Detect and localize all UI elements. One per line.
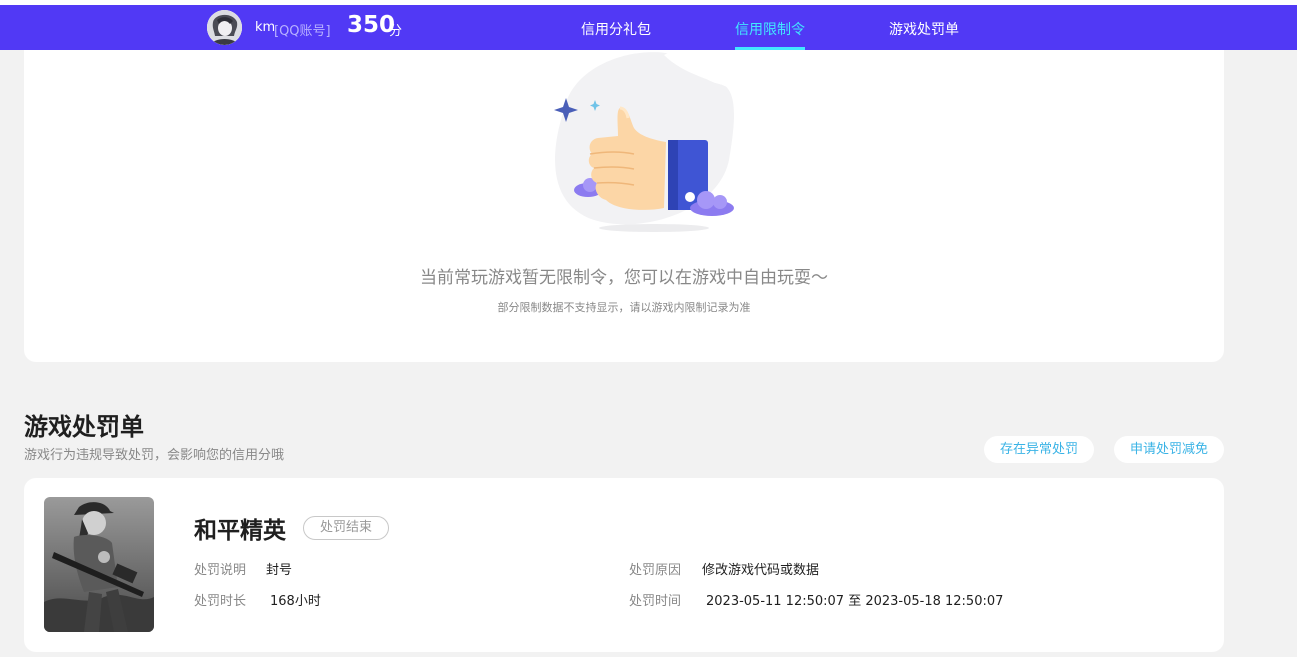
account-type: [QQ账号] bbox=[274, 24, 331, 39]
penalty-card: 和平精英 处罚结束 处罚说明 封号 处罚时长 168小时 处罚原因 修改游戏代码… bbox=[24, 478, 1224, 652]
duration-label: 处罚时长 bbox=[194, 594, 247, 609]
status-badge: 处罚结束 bbox=[303, 516, 389, 540]
thumbs-up-illustration-icon bbox=[554, 50, 734, 232]
time-value: 2023-05-11 12:50:07 至 2023-05-18 12:50:0… bbox=[706, 594, 1004, 609]
game-cover bbox=[44, 497, 154, 632]
nav-credit-restriction[interactable]: 信用限制令 bbox=[735, 19, 805, 39]
abnormal-penalty-button[interactable]: 存在异常处罚 bbox=[984, 436, 1094, 463]
credit-score: 350 bbox=[347, 12, 396, 38]
desc-label: 处罚说明 bbox=[194, 563, 247, 578]
avatar[interactable] bbox=[207, 10, 242, 45]
restriction-card: 当前常玩游戏暂无限制令，您可以在游戏中自由玩耍～ 部分限制数据不支持显示，请以游… bbox=[24, 50, 1224, 362]
duration-value: 168小时 bbox=[270, 594, 321, 609]
nav-game-penalty[interactable]: 游戏处罚单 bbox=[889, 19, 959, 39]
reason-value: 修改游戏代码或数据 bbox=[702, 563, 820, 578]
score-unit: 分 bbox=[389, 24, 403, 39]
game-cover-image-icon bbox=[44, 497, 154, 632]
game-name: 和平精英 bbox=[194, 518, 286, 544]
time-label: 处罚时间 bbox=[629, 594, 682, 609]
user-avatar-icon bbox=[207, 10, 242, 45]
username: km bbox=[255, 20, 276, 35]
header-bar: km [QQ账号] 350 分 信用分礼包 信用限制令 游戏处罚单 bbox=[0, 5, 1297, 50]
reason-label: 处罚原因 bbox=[629, 563, 682, 578]
empty-note: 部分限制数据不支持显示，请以游戏内限制记录为准 bbox=[497, 301, 751, 314]
desc-value: 封号 bbox=[266, 563, 293, 578]
section-subtitle: 游戏行为违规导致处罚，会影响您的信用分哦 bbox=[24, 448, 285, 463]
empty-message: 当前常玩游戏暂无限制令，您可以在游戏中自由玩耍～ bbox=[420, 268, 828, 288]
section-title: 游戏处罚单 bbox=[24, 413, 144, 441]
appeal-penalty-button[interactable]: 申请处罚减免 bbox=[1114, 436, 1224, 463]
nav-credit-gift[interactable]: 信用分礼包 bbox=[581, 19, 651, 39]
